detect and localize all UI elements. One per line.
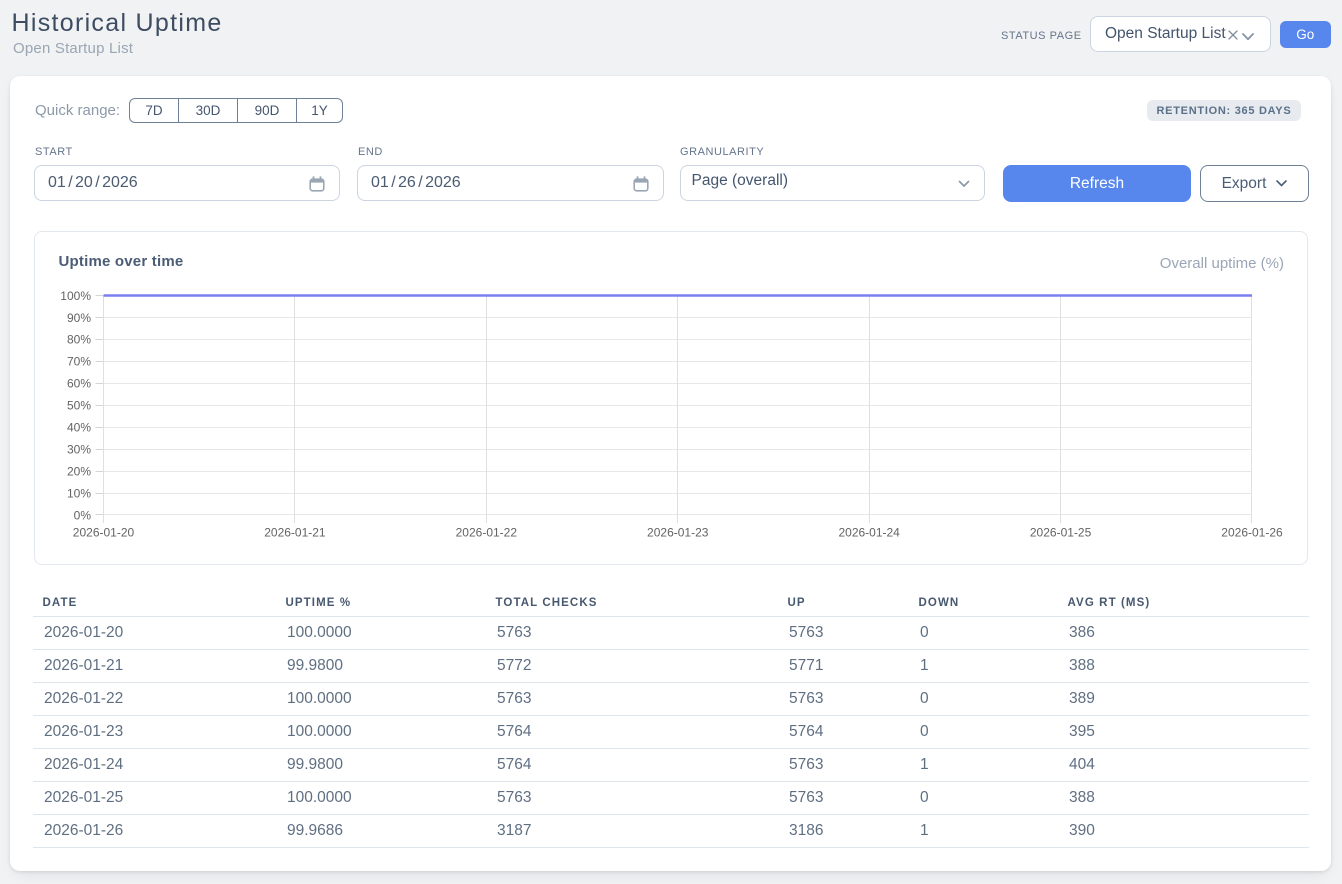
- svg-text:60%: 60%: [67, 377, 91, 391]
- svg-text:10%: 10%: [67, 486, 91, 500]
- svg-text:2026-01-26: 2026-01-26: [1221, 526, 1283, 540]
- svg-text:30%: 30%: [67, 442, 91, 456]
- svg-text:100%: 100%: [60, 289, 91, 303]
- svg-text:2026-01-23: 2026-01-23: [647, 526, 709, 540]
- svg-text:70%: 70%: [67, 355, 91, 369]
- svg-text:2026-01-20: 2026-01-20: [73, 526, 135, 540]
- svg-text:2026-01-21: 2026-01-21: [264, 526, 326, 540]
- svg-text:80%: 80%: [67, 333, 91, 347]
- svg-text:90%: 90%: [67, 311, 91, 325]
- svg-text:2026-01-25: 2026-01-25: [1030, 526, 1092, 540]
- svg-text:20%: 20%: [67, 464, 91, 478]
- svg-text:2026-01-24: 2026-01-24: [838, 526, 900, 540]
- svg-text:2026-01-22: 2026-01-22: [456, 526, 518, 540]
- svg-text:0%: 0%: [74, 508, 92, 522]
- svg-text:50%: 50%: [67, 399, 91, 413]
- svg-text:40%: 40%: [67, 421, 91, 435]
